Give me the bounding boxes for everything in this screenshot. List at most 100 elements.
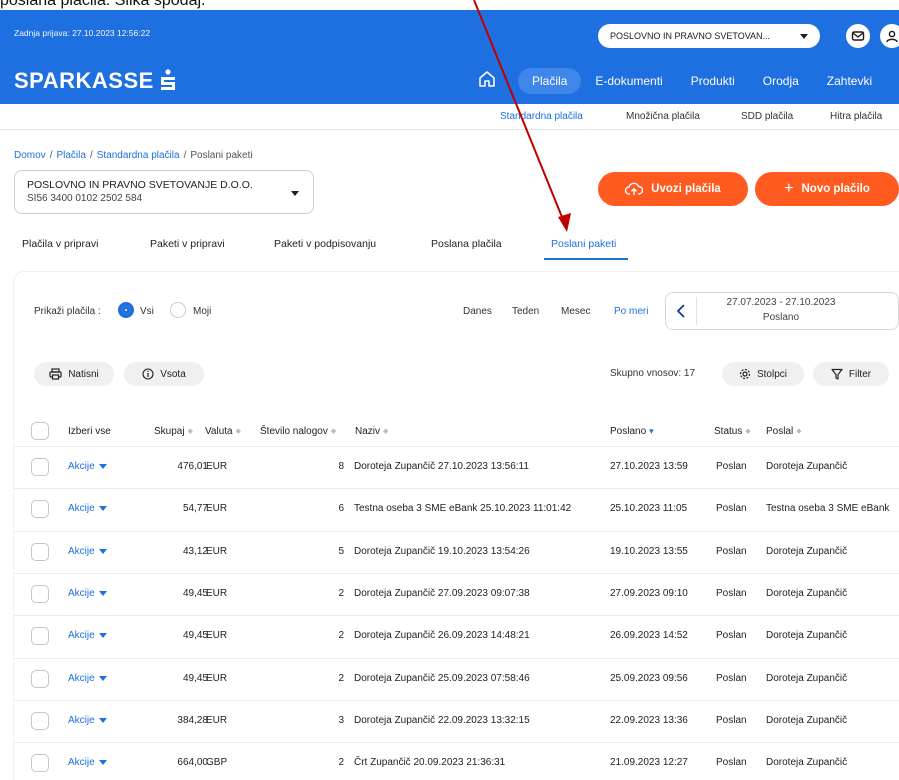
period-teden[interactable]: Teden bbox=[512, 306, 539, 317]
table-row[interactable]: Akcije 54,77 EUR 6 Testna oseba 3 SME eB… bbox=[14, 488, 899, 530]
breadcrumb: Domov / Plačila / Standardna plačila / Poslani… bbox=[14, 150, 253, 161]
sparkasse-s-icon bbox=[160, 69, 175, 90]
table-row[interactable]: Akcije 384,28 EUR 3 Doroteja Zupančič 22… bbox=[14, 699, 899, 742]
period-danes[interactable]: Danes bbox=[463, 306, 492, 317]
row-checkbox[interactable] bbox=[31, 627, 49, 646]
breadcrumb-standardna-placila[interactable]: Standardna plačila bbox=[97, 150, 180, 161]
profile-button[interactable] bbox=[880, 24, 899, 48]
caret-down-icon bbox=[98, 675, 107, 681]
actions-dropdown[interactable]: Akcije bbox=[68, 673, 107, 684]
radio-moji-label[interactable]: Moji bbox=[193, 306, 211, 317]
row-checkbox[interactable] bbox=[31, 669, 49, 688]
tab-placila-v-pripravi[interactable]: Plačila v pripravi bbox=[22, 238, 98, 250]
actions-dropdown[interactable]: Akcije bbox=[68, 546, 107, 557]
subnav-mnozicna-placila[interactable]: Množična plačila bbox=[626, 111, 700, 122]
actions-dropdown[interactable]: Akcije bbox=[68, 715, 107, 726]
tab-poslani-paketi[interactable]: Poslani paketi bbox=[551, 238, 616, 250]
table-row[interactable]: Akcije 49,45 EUR 2 Doroteja Zupančič 26.… bbox=[14, 615, 899, 657]
header-select-all[interactable]: Izberi vse bbox=[68, 426, 111, 437]
actions-label: Akcije bbox=[68, 672, 95, 684]
subnav-hitra-placila[interactable]: Hitra plačila bbox=[830, 111, 882, 122]
breadcrumb-placila[interactable]: Plačila bbox=[56, 150, 85, 161]
cell-total: 54,77 bbox=[182, 503, 208, 515]
filter-button[interactable]: Filter bbox=[813, 362, 889, 386]
header-total[interactable]: Skupaj ◆ bbox=[154, 426, 193, 437]
table-row[interactable]: Akcije 49,45 EUR 2 Doroteja Zupančič 25.… bbox=[14, 657, 899, 700]
print-button[interactable]: Natisni bbox=[34, 362, 114, 386]
cell-status: Poslan bbox=[716, 461, 747, 472]
sum-button[interactable]: Vsota bbox=[124, 362, 204, 386]
nav-item-placila[interactable]: Plačila bbox=[518, 68, 582, 94]
subnav-sdd-placila[interactable]: SDD plačila bbox=[741, 111, 793, 122]
account-select[interactable]: POSLOVNO IN PRAVNO SVETOVANJE D.O.O. SI5… bbox=[14, 170, 314, 214]
header-currency[interactable]: Valuta ◆ bbox=[205, 426, 241, 437]
header-sender[interactable]: Poslal ◆ bbox=[766, 426, 802, 437]
brand-logo[interactable]: SPARKASSE bbox=[14, 68, 178, 94]
caret-down-icon bbox=[98, 760, 107, 766]
row-checkbox[interactable] bbox=[31, 458, 49, 476]
table-row[interactable]: Akcije 664,00 GBP 2 Črt Zupančič 20.09.2… bbox=[14, 742, 899, 780]
table-row[interactable]: Akcije 43,12 EUR 5 Doroteja Zupančič 19.… bbox=[14, 530, 899, 573]
import-payments-button[interactable]: Uvozi plačila bbox=[598, 172, 748, 206]
plus-icon: + bbox=[784, 180, 794, 197]
tab-paketi-v-podpisovanju[interactable]: Paketi v podpisovanju bbox=[274, 238, 376, 250]
row-checkbox[interactable] bbox=[31, 711, 49, 730]
breadcrumb-domov[interactable]: Domov bbox=[14, 150, 46, 161]
cell-sent: 26.09.2023 14:52 bbox=[610, 630, 688, 642]
actions-dropdown[interactable]: Akcije bbox=[68, 503, 107, 514]
gear-icon bbox=[739, 368, 751, 380]
mail-icon bbox=[851, 31, 865, 41]
cell-currency: GBP bbox=[206, 757, 228, 769]
row-checkbox[interactable] bbox=[31, 754, 49, 773]
cell-sent: 25.09.2023 09:56 bbox=[610, 672, 688, 684]
nav-item-e-dokumenti[interactable]: E-dokumenti bbox=[581, 68, 676, 94]
select-all-checkbox[interactable] bbox=[31, 422, 49, 440]
nav-item-zahtevki[interactable]: Zahtevki bbox=[813, 68, 886, 94]
subnav-standardna-placila[interactable]: Standardna plačila bbox=[500, 111, 583, 122]
period-mesec[interactable]: Mesec bbox=[561, 306, 590, 317]
cell-count: 6 bbox=[338, 503, 344, 515]
header-name[interactable]: Naziv ◆ bbox=[355, 426, 388, 437]
cell-total: 49,45 bbox=[182, 672, 208, 684]
header-status[interactable]: Status ◆ bbox=[714, 426, 751, 437]
period-po-meri[interactable]: Po meri bbox=[614, 306, 648, 317]
radio-moji[interactable] bbox=[170, 302, 186, 318]
tab-paketi-v-pripravi[interactable]: Paketi v pripravi bbox=[150, 238, 225, 250]
new-payment-button[interactable]: + Novo plačilo bbox=[755, 172, 899, 206]
actions-dropdown[interactable]: Akcije bbox=[68, 630, 107, 641]
date-range-value: 27.07.2023 - 27.10.2023 bbox=[726, 297, 836, 308]
organization-select[interactable]: POSLOVNO IN PRAVNO SVETOVAN... bbox=[598, 24, 820, 48]
info-icon bbox=[142, 368, 154, 380]
row-checkbox[interactable] bbox=[31, 584, 49, 603]
table-row[interactable]: Akcije 476,01 EUR 8 Doroteja Zupančič 27… bbox=[14, 446, 899, 488]
chevron-left-icon[interactable] bbox=[672, 301, 692, 321]
radio-vsi-label[interactable]: Vsi bbox=[140, 306, 154, 317]
header-sent[interactable]: Poslano ▾ bbox=[610, 426, 654, 437]
nav-item-orodja[interactable]: Orodja bbox=[749, 68, 813, 94]
caret-down-icon bbox=[98, 548, 107, 554]
caret-down-icon bbox=[98, 506, 107, 512]
actions-dropdown[interactable]: Akcije bbox=[68, 757, 107, 768]
header-count[interactable]: Število nalogov ◆ bbox=[260, 426, 336, 437]
divider bbox=[696, 297, 697, 325]
cell-name: Testna oseba 3 SME eBank 25.10.2023 11:0… bbox=[354, 503, 572, 515]
row-checkbox[interactable] bbox=[31, 542, 49, 561]
tab-poslana-placila[interactable]: Poslana plačila bbox=[431, 238, 502, 250]
actions-dropdown[interactable]: Akcije bbox=[68, 588, 107, 599]
radio-vsi[interactable] bbox=[118, 302, 134, 318]
date-range-picker[interactable]: 27.07.2023 - 27.10.2023 Poslano bbox=[665, 292, 899, 330]
actions-dropdown[interactable]: Akcije bbox=[68, 461, 107, 472]
table-header: Izberi vse Skupaj ◆ Valuta ◆ Število nalog… bbox=[0, 418, 899, 446]
mail-button[interactable] bbox=[846, 24, 870, 48]
sub-nav: Standardna plačila Množična plačila SDD … bbox=[0, 104, 899, 130]
table-row[interactable]: Akcije 49,45 EUR 2 Doroteja Zupančič 27.… bbox=[14, 572, 899, 615]
organization-select-label: POSLOVNO IN PRAVNO SVETOVAN... bbox=[610, 31, 771, 41]
row-checkbox[interactable] bbox=[31, 500, 49, 519]
cell-count: 2 bbox=[338, 672, 344, 684]
cell-currency: EUR bbox=[206, 545, 228, 557]
nav-item-produkti[interactable]: Produkti bbox=[677, 68, 749, 94]
columns-button[interactable]: Stolpci bbox=[722, 362, 804, 386]
home-icon[interactable] bbox=[478, 70, 496, 88]
cell-currency: EUR bbox=[206, 503, 228, 515]
caret-down-icon bbox=[98, 464, 107, 469]
